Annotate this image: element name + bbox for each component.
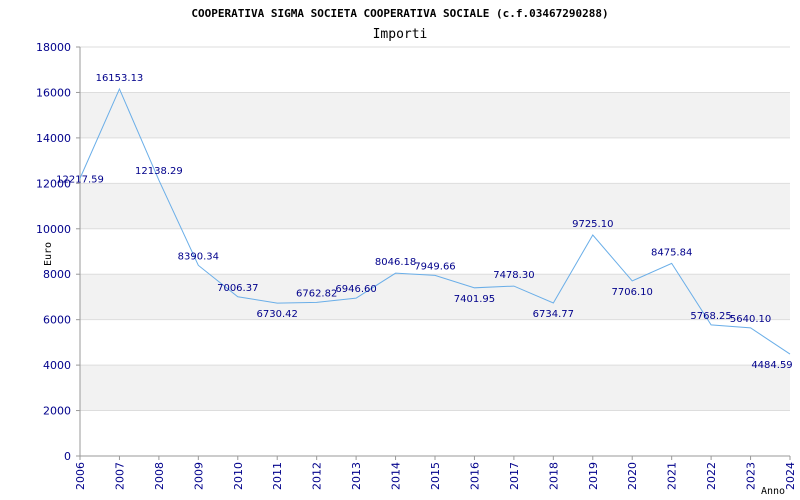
data-label: 8475.84	[651, 247, 692, 258]
x-tick-label: 2009	[192, 462, 205, 490]
data-label: 7401.95	[454, 294, 495, 305]
data-label: 16153.13	[96, 73, 144, 84]
grid-band	[80, 183, 790, 229]
data-label: 6730.42	[257, 309, 298, 320]
x-tick-label: 2023	[745, 462, 758, 490]
data-label: 7478.30	[493, 270, 534, 281]
x-axis-title: Anno	[761, 486, 785, 497]
chart-subtitle: Importi	[373, 27, 428, 42]
data-label: 6946.60	[335, 284, 376, 295]
x-tick-label: 2011	[271, 462, 284, 490]
y-tick-label: 2000	[43, 405, 71, 418]
x-tick-label: 2022	[705, 462, 718, 490]
y-tick-label: 14000	[36, 132, 71, 145]
data-label: 4484.59	[751, 360, 792, 371]
data-label: 6734.77	[533, 309, 574, 320]
x-tick-label: 2010	[232, 462, 245, 490]
data-label: 8046.18	[375, 257, 416, 268]
x-tick-label: 2017	[508, 462, 521, 490]
x-tick-label: 2013	[350, 462, 363, 490]
x-tick-label: 2007	[113, 462, 126, 490]
x-tick-label: 2012	[311, 462, 324, 490]
data-label: 7949.66	[414, 261, 455, 272]
y-tick-label: 6000	[43, 314, 71, 327]
x-tick-label: 2014	[390, 462, 403, 490]
y-tick-label: 4000	[43, 359, 71, 372]
y-tick-label: 10000	[36, 223, 71, 236]
x-tick-label: 2015	[429, 462, 442, 490]
y-tick-label: 8000	[43, 268, 71, 281]
data-label: 7706.10	[612, 287, 653, 298]
x-tick-label: 2019	[587, 462, 600, 490]
line-chart: 0200040006000800010000120001400016000180…	[36, 7, 797, 497]
y-axis-title: Euro	[43, 242, 54, 266]
y-tick-label: 16000	[36, 86, 71, 99]
data-label: 9725.10	[572, 219, 613, 230]
y-tick-label: 18000	[36, 41, 71, 54]
data-label: 5768.25	[690, 311, 731, 322]
x-axis-ticks: 2006 2007 2008 2009 2010 2011 2012 2013 2014 2015…	[74, 456, 797, 490]
grid-band	[80, 92, 790, 138]
x-tick-label: 2006	[74, 462, 87, 490]
x-tick-label: 2018	[547, 462, 560, 490]
y-tick-label: 0	[64, 450, 71, 463]
x-tick-label: 2020	[626, 462, 639, 490]
data-label: 12217.59	[56, 174, 104, 185]
data-label: 6762.82	[296, 288, 337, 299]
data-label: 5640.10	[730, 314, 771, 325]
data-label: 7006.37	[217, 283, 258, 294]
grid-band	[80, 365, 790, 411]
x-tick-label: 2024	[784, 462, 797, 490]
data-label: 12138.29	[135, 166, 183, 177]
data-label: 8390.34	[178, 251, 219, 262]
x-tick-label: 2008	[153, 462, 166, 490]
chart-title: COOPERATIVA SIGMA SOCIETA COOPERATIVA SO…	[191, 7, 608, 20]
x-tick-label: 2021	[666, 462, 679, 490]
x-tick-label: 2016	[468, 462, 481, 490]
